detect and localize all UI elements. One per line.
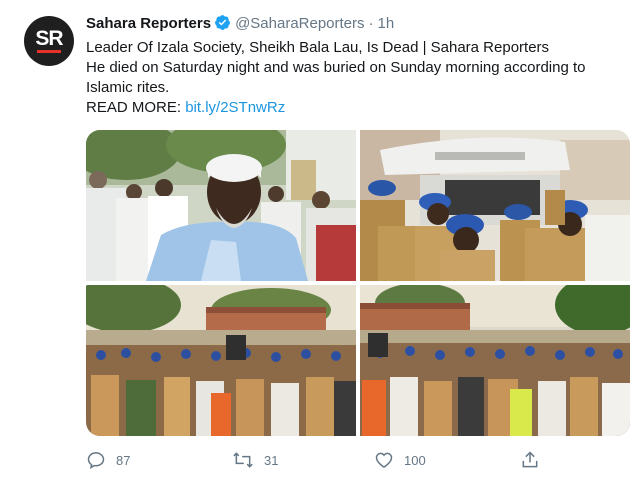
sheikh-portrait-photo[interactable]: [86, 130, 356, 281]
like-icon: [375, 452, 393, 468]
crowd-burial-photo-right[interactable]: [360, 285, 630, 436]
avatar-accent-bar: [37, 50, 61, 53]
tweet-timestamp[interactable]: 1h: [378, 15, 395, 32]
tweet-text: Leader Of Izala Society, Sheikh Bala Lau…: [86, 38, 626, 118]
media-grid: [86, 130, 630, 436]
read-more-label: READ MORE:: [86, 99, 182, 116]
sheikh-portrait-image: [86, 130, 356, 281]
ambulance-officers-image: [360, 130, 630, 281]
retweet-button[interactable]: 31: [232, 450, 278, 470]
header-separator: ·: [368, 15, 374, 32]
reply-icon: [87, 452, 105, 469]
reply-button[interactable]: 87: [86, 450, 130, 470]
retweet-count: 31: [264, 452, 279, 468]
share-button[interactable]: [520, 450, 540, 470]
tweet-text-line-2: He died on Saturday night and was buried…: [86, 59, 586, 96]
author-name[interactable]: Sahara Reporters: [86, 15, 211, 32]
tweet-actions: 87 31 100: [86, 450, 546, 472]
crowd-burial-left-image: [86, 285, 356, 436]
verified-badge-icon: [215, 15, 230, 30]
tweet-read-more: READ MORE: bit.ly/2STnwRz: [86, 98, 626, 118]
author-handle[interactable]: @SaharaReporters: [235, 15, 364, 32]
tweet-text-line-1: Leader Of Izala Society, Sheikh Bala Lau…: [86, 39, 550, 56]
crowd-burial-right-image: [360, 285, 630, 436]
tweet-card[interactable]: SR Sahara Reporters @SaharaReporters · 1h L…: [0, 0, 640, 478]
avatar[interactable]: SR: [24, 16, 74, 66]
crowd-burial-photo-left[interactable]: [86, 285, 356, 436]
avatar-logo-text: SR: [35, 27, 63, 50]
share-icon: [522, 451, 538, 468]
tweet-header: Sahara Reporters @SaharaReporters · 1h: [86, 14, 394, 34]
ambulance-officers-photo[interactable]: [360, 130, 630, 281]
like-count: 100: [404, 452, 426, 468]
article-link[interactable]: bit.ly/2STnwRz: [185, 99, 285, 116]
retweet-icon: [233, 452, 253, 468]
like-button[interactable]: 100: [374, 450, 426, 470]
reply-count: 87: [116, 452, 131, 468]
